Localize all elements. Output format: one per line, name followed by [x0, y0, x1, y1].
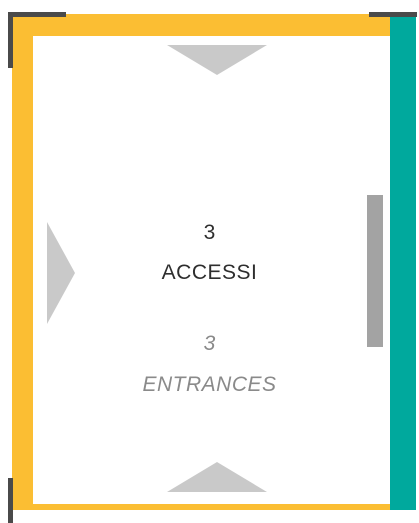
entrances-label-it: ACCESSI — [161, 261, 258, 284]
entrances-count-en: 3 — [203, 332, 216, 355]
corner-mark-top-right-horizontal — [369, 12, 417, 17]
triangle-down-icon — [167, 45, 267, 75]
corner-mark-bottom-left-vertical — [8, 478, 13, 523]
entrances-label-en: ENTRANCES — [142, 373, 277, 396]
floor-plan-diagram: 3 ACCESSI 3 ENTRANCES — [0, 0, 419, 523]
corner-mark-top-left-horizontal — [8, 12, 66, 17]
entrances-count-it: 3 — [203, 221, 216, 244]
triangle-up-icon — [167, 462, 267, 492]
corner-mark-top-left-vertical — [8, 12, 13, 68]
